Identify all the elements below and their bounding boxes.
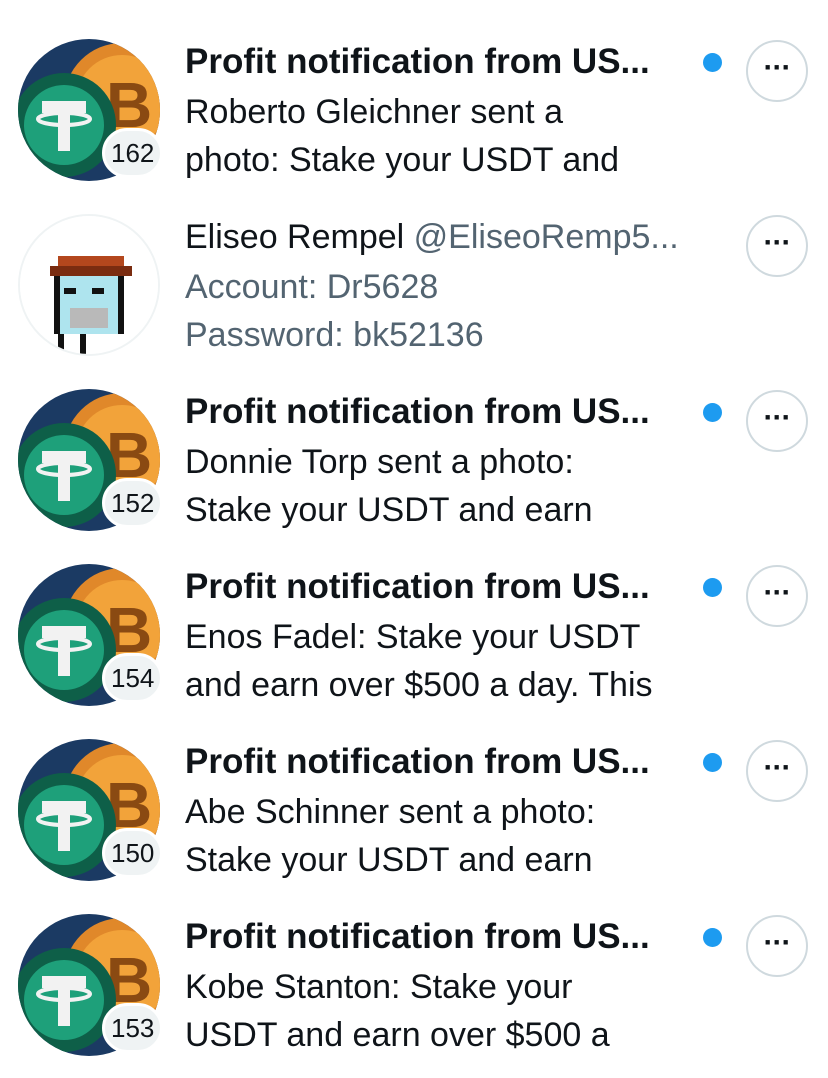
more-icon[interactable]: ··· bbox=[746, 915, 808, 977]
preview-line: Abe Schinner sent a photo: bbox=[185, 793, 596, 831]
count-badge: 154 bbox=[102, 653, 164, 703]
count-badge: 152 bbox=[102, 478, 164, 528]
sender-handle[interactable]: @EliseoRemp5... bbox=[414, 218, 679, 256]
more-icon[interactable]: ··· bbox=[746, 565, 808, 627]
preview-line: Roberto Gleichner sent a bbox=[185, 93, 563, 131]
list-item[interactable]: Eliseo Rempel @EliseoRemp5... Account: D… bbox=[0, 175, 828, 356]
pixel-art-avatar bbox=[18, 214, 160, 356]
unread-dot-icon bbox=[703, 53, 722, 72]
notification-title: Profit notification from US... bbox=[185, 742, 650, 781]
count-badge: 153 bbox=[102, 1003, 164, 1053]
list-item[interactable]: B 154 Profit notification from US... Eno… bbox=[0, 525, 828, 706]
preview-line: Donnie Torp sent a photo: bbox=[185, 443, 574, 481]
count-badge: 150 bbox=[102, 828, 164, 878]
notification-title: Profit notification from US... bbox=[185, 392, 650, 431]
preview-line: USDT and earn over $500 a bbox=[185, 1016, 610, 1054]
list-item[interactable]: B 152 Profit notification from US... Don… bbox=[0, 350, 828, 531]
list-item[interactable]: B 162 Profit notification from US... Rob… bbox=[0, 0, 828, 181]
unread-dot-icon bbox=[703, 403, 722, 422]
unread-dot-icon bbox=[703, 928, 722, 947]
unread-dot-icon bbox=[703, 753, 722, 772]
more-icon[interactable]: ··· bbox=[746, 390, 808, 452]
unread-dot-icon bbox=[703, 578, 722, 597]
preview-line: Kobe Stanton: Stake your bbox=[185, 968, 573, 1006]
sender-name[interactable]: Eliseo Rempel bbox=[185, 218, 404, 256]
more-icon[interactable]: ··· bbox=[746, 40, 808, 102]
more-icon[interactable]: ··· bbox=[746, 215, 808, 277]
sender-header: Eliseo Rempel @EliseoRemp5... bbox=[185, 215, 679, 259]
list-item[interactable]: B 153 Profit notification from US... Kob… bbox=[0, 875, 828, 1078]
preview-line: Account: Dr5628 bbox=[185, 268, 439, 306]
preview-line: Enos Fadel: Stake your USDT bbox=[185, 618, 641, 656]
notification-title: Profit notification from US... bbox=[185, 567, 650, 606]
list-item[interactable]: B 150 Profit notification from US... Abe… bbox=[0, 700, 828, 881]
more-icon[interactable]: ··· bbox=[746, 740, 808, 802]
count-badge: 162 bbox=[102, 128, 164, 178]
notification-title: Profit notification from US... bbox=[185, 42, 650, 81]
notification-title: Profit notification from US... bbox=[185, 917, 650, 956]
